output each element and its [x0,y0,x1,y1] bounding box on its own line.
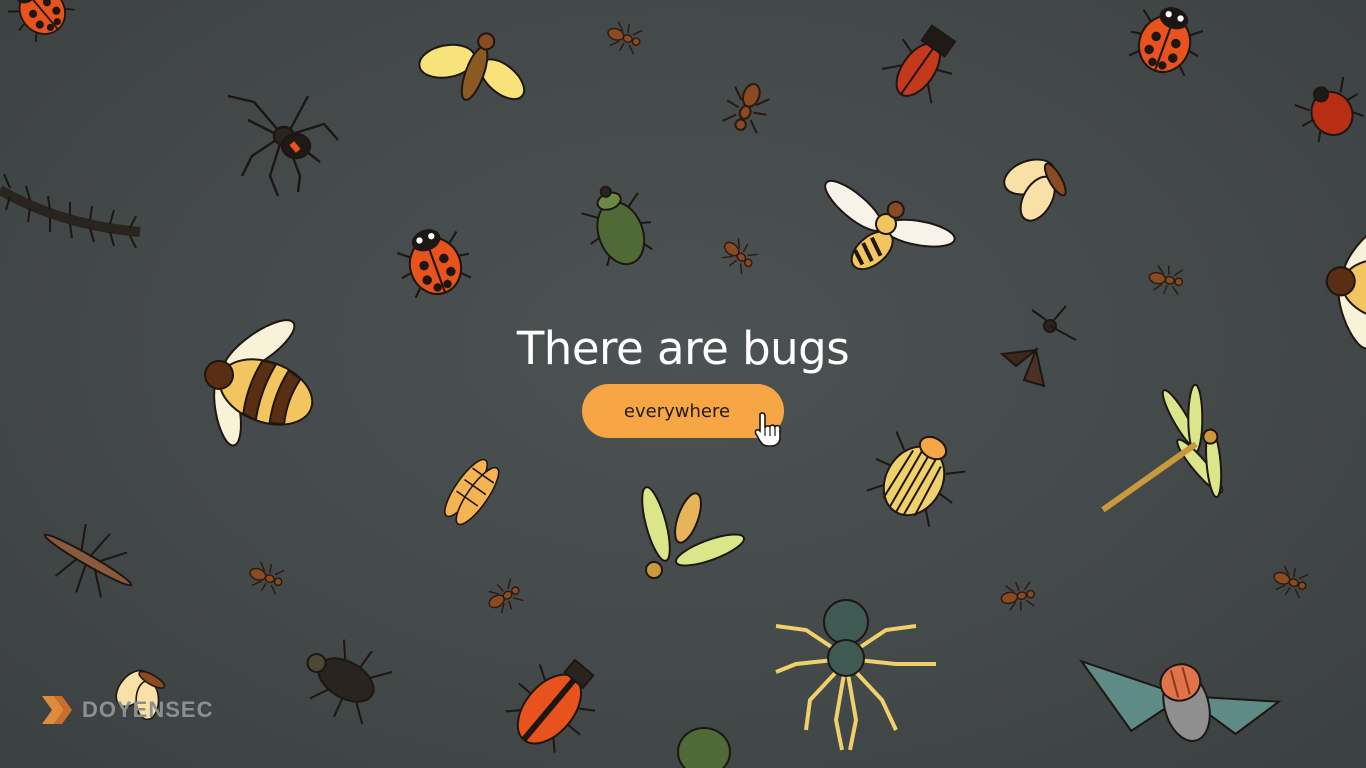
doyensec-chevron-icon [42,696,72,724]
brand-logo[interactable]: DOYENSEC [40,694,213,726]
page-title: There are bugs [516,322,850,375]
logo-wordmark: DOYENSEC [82,697,214,722]
hand-pointer-icon [754,412,781,447]
hero: There are bugs [0,322,1366,376]
